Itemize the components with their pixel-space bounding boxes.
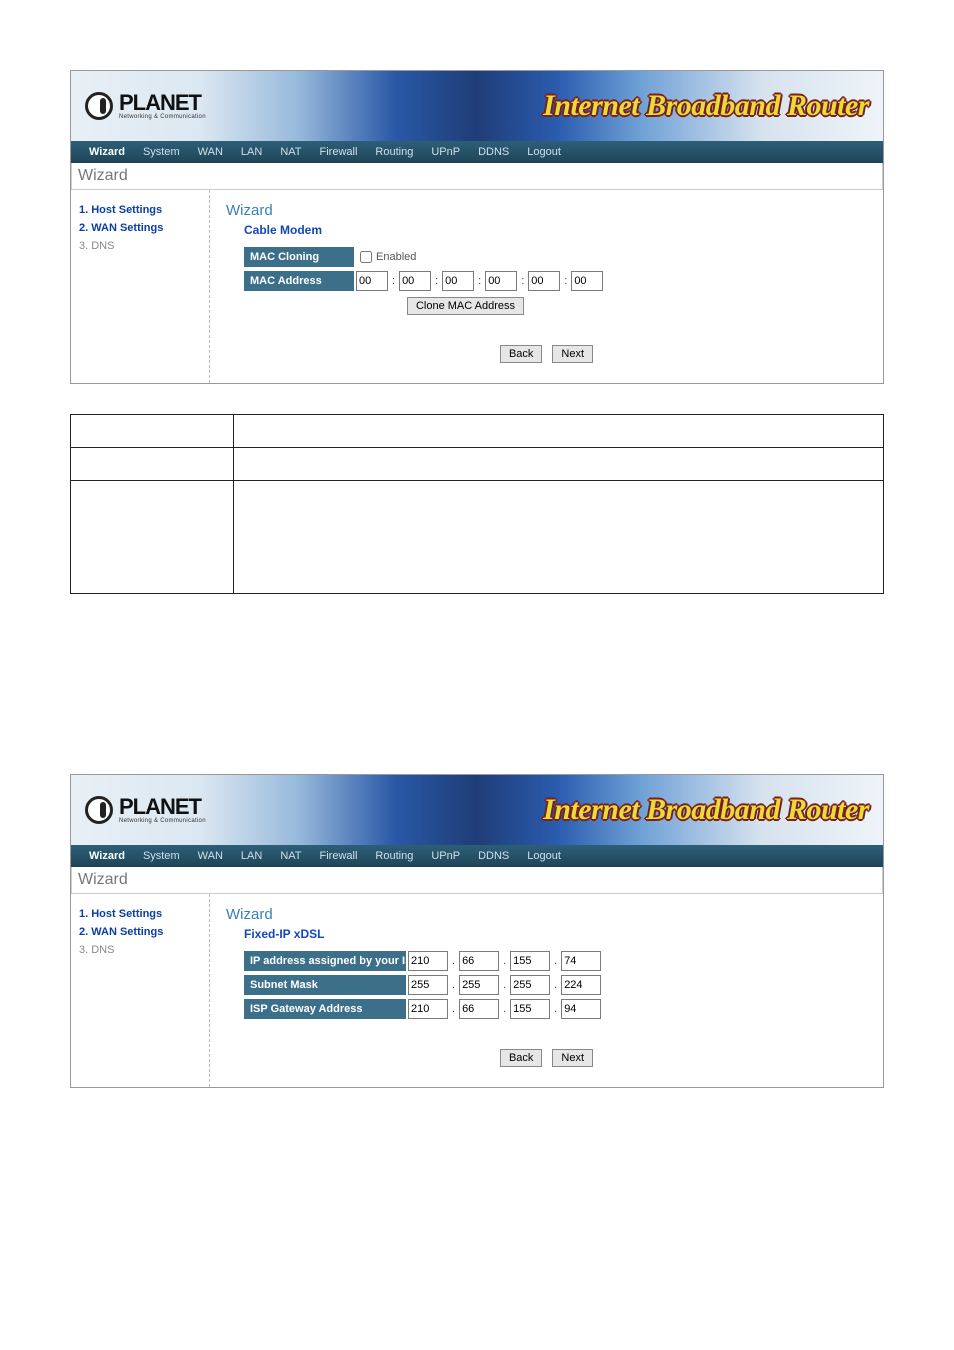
wizard-steps: 1. Host Settings 2. WAN Settings 3. DNS [71, 190, 210, 383]
subnet-octet-3[interactable] [510, 975, 550, 995]
mac-octet-1[interactable] [356, 271, 388, 291]
mac-octet-5[interactable] [528, 271, 560, 291]
router-window-cable-modem: PLANET Networking & Communication Intern… [70, 70, 884, 384]
nav-lan[interactable]: LAN [241, 850, 262, 862]
nav-lan[interactable]: LAN [241, 146, 262, 158]
step-host-settings[interactable]: 1. Host Settings [79, 908, 199, 920]
wizard-heading: Wizard [226, 202, 867, 219]
nav-ddns[interactable]: DDNS [478, 146, 509, 158]
banner-title: Internet Broadband Router [543, 793, 869, 827]
nav-nat[interactable]: NAT [280, 146, 301, 158]
table-cell [234, 481, 884, 594]
brand-name: PLANET [119, 92, 206, 114]
step-dns[interactable]: 3. DNS [79, 240, 199, 252]
step-wan-settings[interactable]: 2. WAN Settings [79, 222, 199, 234]
table-cell [234, 448, 884, 481]
planet-logo-icon [85, 92, 113, 120]
mac-address-label: MAC Address [244, 271, 354, 291]
gateway-label: ISP Gateway Address [244, 999, 406, 1019]
clone-mac-button[interactable]: Clone MAC Address [407, 297, 524, 315]
banner: PLANET Networking & Communication Intern… [71, 775, 883, 845]
enabled-label: Enabled [376, 251, 416, 263]
nav-system[interactable]: System [143, 146, 180, 158]
step-host-settings[interactable]: 1. Host Settings [79, 204, 199, 216]
nav-upnp[interactable]: UPnP [431, 146, 460, 158]
parameter-table [70, 414, 884, 594]
wizard-heading: Wizard [226, 906, 867, 923]
gateway-octet-2[interactable] [459, 999, 499, 1019]
mac-octet-2[interactable] [399, 271, 431, 291]
main-nav: Wizard System WAN LAN NAT Firewall Routi… [71, 845, 883, 867]
nav-logout[interactable]: Logout [527, 146, 561, 158]
router-window-fixed-ip: PLANET Networking & Communication Intern… [70, 774, 884, 1088]
next-button[interactable]: Next [552, 345, 593, 363]
wizard-steps: 1. Host Settings 2. WAN Settings 3. DNS [71, 894, 210, 1087]
nav-firewall[interactable]: Firewall [320, 146, 358, 158]
nav-upnp[interactable]: UPnP [431, 850, 460, 862]
brand-tagline: Networking & Communication [119, 818, 206, 824]
mac-octet-3[interactable] [442, 271, 474, 291]
ip-assigned-label: IP address assigned by your ISP [244, 951, 406, 971]
gateway-octet-3[interactable] [510, 999, 550, 1019]
step-dns[interactable]: 3. DNS [79, 944, 199, 956]
nav-firewall[interactable]: Firewall [320, 850, 358, 862]
table-cell [71, 481, 234, 594]
page-title: Wizard [71, 867, 883, 894]
nav-wizard[interactable]: Wizard [89, 146, 125, 158]
mac-cloning-checkbox[interactable] [360, 251, 372, 263]
mac-cloning-label: MAC Cloning [244, 247, 354, 267]
subnet-mask-label: Subnet Mask [244, 975, 406, 995]
mac-octet-4[interactable] [485, 271, 517, 291]
table-cell [71, 448, 234, 481]
table-cell [71, 415, 234, 448]
back-button[interactable]: Back [500, 1049, 542, 1067]
nav-logout[interactable]: Logout [527, 850, 561, 862]
gateway-octet-1[interactable] [408, 999, 448, 1019]
nav-wan[interactable]: WAN [198, 146, 223, 158]
mac-octet-6[interactable] [571, 271, 603, 291]
nav-ddns[interactable]: DDNS [478, 850, 509, 862]
wizard-panel: Wizard Cable Modem MAC Cloning Enabled M… [210, 190, 883, 383]
table-cell [234, 415, 884, 448]
brand-name: PLANET [119, 796, 206, 818]
nav-routing[interactable]: Routing [375, 850, 413, 862]
logo: PLANET Networking & Communication [85, 92, 206, 120]
main-nav: Wizard System WAN LAN NAT Firewall Routi… [71, 141, 883, 163]
subnet-octet-1[interactable] [408, 975, 448, 995]
planet-logo-icon [85, 796, 113, 824]
subnet-octet-4[interactable] [561, 975, 601, 995]
banner: PLANET Networking & Communication Intern… [71, 71, 883, 141]
ip-assigned-octet-4[interactable] [561, 951, 601, 971]
nav-wizard[interactable]: Wizard [89, 850, 125, 862]
subnet-octet-2[interactable] [459, 975, 499, 995]
back-button[interactable]: Back [500, 345, 542, 363]
ip-assigned-octet-1[interactable] [408, 951, 448, 971]
wizard-subheading: Cable Modem [244, 223, 867, 237]
nav-system[interactable]: System [143, 850, 180, 862]
nav-wan[interactable]: WAN [198, 850, 223, 862]
page-title: Wizard [71, 163, 883, 190]
nav-routing[interactable]: Routing [375, 146, 413, 158]
gateway-octet-4[interactable] [561, 999, 601, 1019]
next-button[interactable]: Next [552, 1049, 593, 1067]
ip-assigned-octet-2[interactable] [459, 951, 499, 971]
logo: PLANET Networking & Communication [85, 796, 206, 824]
banner-title: Internet Broadband Router [543, 89, 869, 123]
wizard-panel: Wizard Fixed-IP xDSL IP address assigned… [210, 894, 883, 1087]
ip-assigned-octet-3[interactable] [510, 951, 550, 971]
nav-nat[interactable]: NAT [280, 850, 301, 862]
brand-tagline: Networking & Communication [119, 114, 206, 120]
wizard-subheading: Fixed-IP xDSL [244, 927, 867, 941]
step-wan-settings[interactable]: 2. WAN Settings [79, 926, 199, 938]
